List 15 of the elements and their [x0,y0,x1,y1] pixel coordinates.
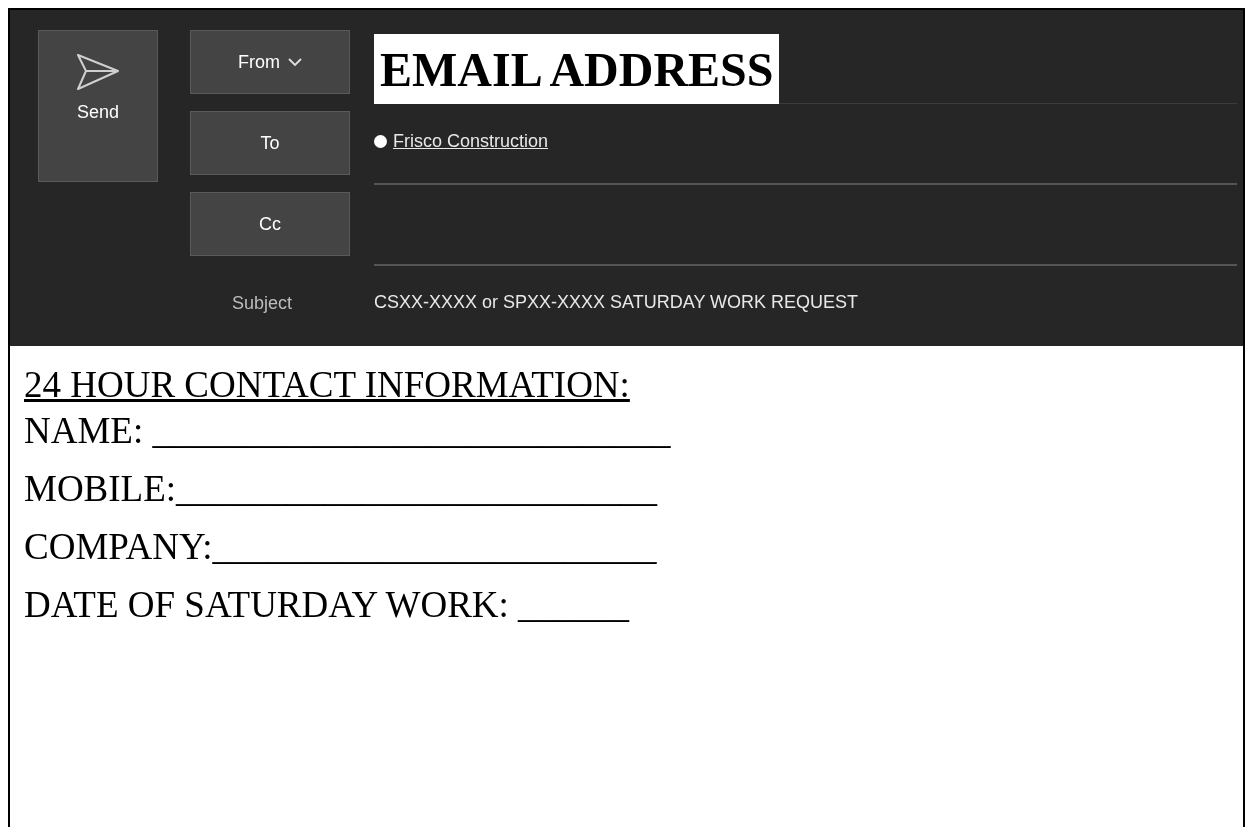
fill-in-line: COMPANY:________________________ [24,525,658,569]
chevron-down-icon [288,57,302,67]
send-icon [76,53,120,91]
body-heading: 24 HOUR CONTACT INFORMATION: [24,363,631,407]
subject-field[interactable]: CSXX-XXXX or SPXX-XXXX SATURDAY WORK REQUEST [374,288,859,316]
sender-field[interactable]: EMAIL ADDRESS [374,34,780,104]
fill-in-line: DATE OF SATURDAY WORK: ______ [24,583,631,627]
address-button[interactable]: To [190,111,350,175]
fill-in-line: NAME: ____________________________ [24,409,672,453]
recipient-link[interactable]: Frisco Construction [393,128,549,155]
fill-in-line: MOBILE:__________________________ [24,467,659,511]
subject-label: Subject [232,292,293,315]
address-button[interactable]: From [190,30,350,94]
send-button[interactable]: Send [38,30,158,182]
address-button[interactable]: Cc [190,192,350,256]
